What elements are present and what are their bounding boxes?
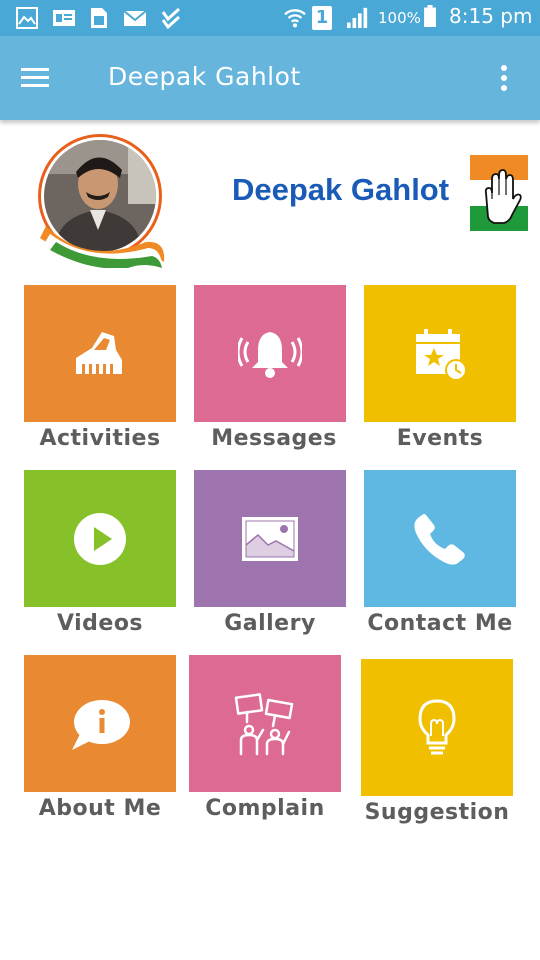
overflow-menu-button[interactable] — [490, 62, 518, 96]
lightbulb-icon — [418, 698, 456, 754]
card-notification-icon — [53, 10, 75, 26]
battery-icon — [424, 5, 436, 27]
wifi-icon — [284, 9, 306, 28]
complain-label: Complain — [205, 796, 325, 821]
hamburger-menu-button[interactable] — [16, 60, 56, 96]
messages-label: Messages — [211, 426, 337, 451]
events-tile[interactable] — [364, 285, 516, 422]
messages-tile[interactable] — [194, 285, 346, 422]
profile-avatar — [36, 134, 166, 269]
activities-label: Activities — [39, 426, 161, 451]
calendar-icon — [416, 328, 467, 381]
gallery-label: Gallery — [224, 611, 316, 636]
activities-tile[interactable] — [24, 285, 176, 422]
complain-tile[interactable] — [189, 655, 341, 792]
mail-notification-icon — [123, 10, 147, 26]
more-vert-icon — [501, 65, 507, 91]
events-label: Events — [396, 426, 484, 451]
suggestion-tile[interactable] — [361, 659, 513, 796]
contact-me-tile[interactable] — [364, 470, 516, 607]
protest-icon — [234, 692, 294, 755]
gallery-notification-icon — [16, 7, 38, 29]
app-title: Deepak Gahlot — [108, 62, 301, 91]
sim-notification-icon — [91, 8, 107, 28]
clock: 8:15 pm — [449, 4, 533, 28]
play-icon — [74, 512, 126, 565]
contact-me-label: Contact Me — [367, 611, 513, 636]
app-bar: Deepak Gahlot — [0, 36, 540, 120]
battery-percent: 100% — [378, 9, 421, 27]
bell-icon — [238, 331, 302, 378]
signal-icon — [347, 7, 368, 28]
sim-slot-number: 1 — [315, 7, 329, 28]
videos-label: Videos — [56, 611, 144, 636]
about-me-label: About Me — [38, 796, 162, 821]
party-logo — [470, 155, 528, 231]
info-bubble-icon — [72, 699, 130, 750]
gallery-tile[interactable] — [194, 470, 346, 607]
hands-icon — [76, 331, 122, 374]
about-me-tile[interactable] — [24, 655, 176, 792]
task-notification-icon — [161, 7, 181, 29]
videos-tile[interactable] — [24, 470, 176, 607]
sim-slot-badge: 1 — [312, 6, 332, 30]
image-icon — [242, 516, 298, 561]
hamburger-icon — [21, 68, 49, 87]
phone-icon — [414, 513, 465, 565]
status-bar: 1 100% 8:15 pm — [0, 0, 540, 36]
suggestion-label: Suggestion — [364, 800, 510, 825]
brand-name: Deepak Gahlot — [232, 172, 450, 207]
